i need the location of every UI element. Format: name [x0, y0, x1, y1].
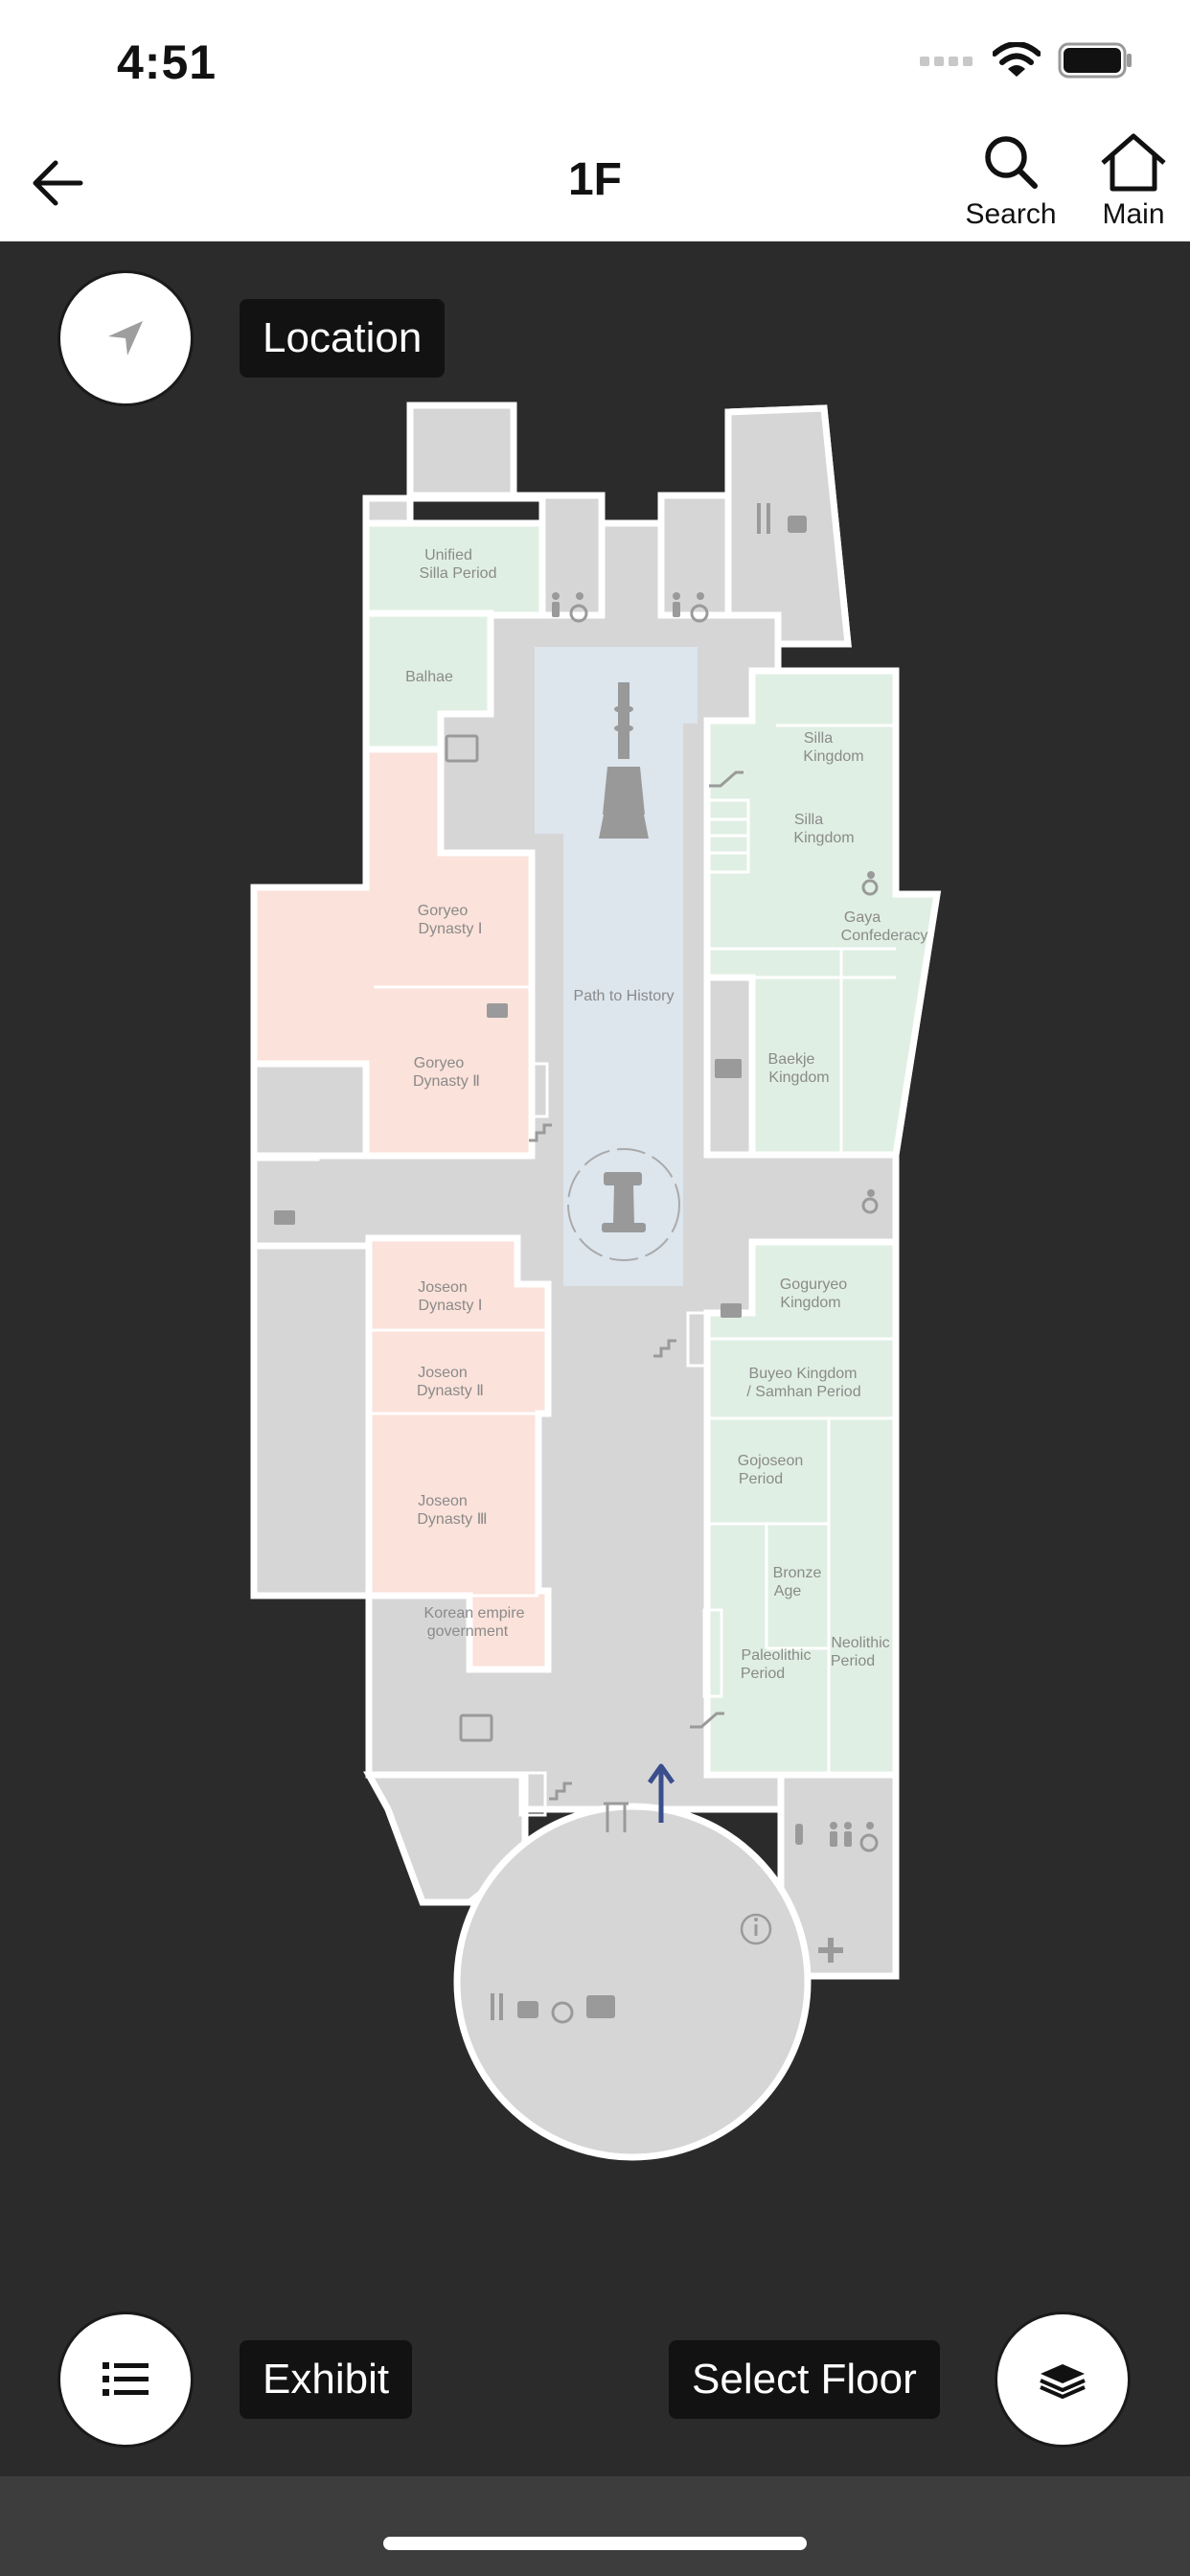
svg-text:Kingdom: Kingdom — [780, 1295, 840, 1311]
svg-text:government: government — [427, 1623, 509, 1640]
map-zone-prehistory — [703, 1238, 900, 1779]
floor-map[interactable]: Unified Silla Period Balhae Goryeo Dynas… — [0, 242, 1190, 2476]
signal-icon — [920, 57, 973, 66]
svg-text:Dynasty Ⅰ: Dynasty Ⅰ — [419, 1298, 483, 1314]
label-goryeo-2: Goryeo — [414, 1055, 465, 1071]
search-label: Search — [965, 198, 1057, 230]
label-gojoseon: Gojoseon — [738, 1453, 804, 1469]
layers-icon — [1040, 2364, 1086, 2399]
battery-icon — [1058, 42, 1132, 79]
status-icons — [920, 42, 1133, 79]
label-joseon-2: Joseon — [418, 1365, 468, 1381]
svg-text:Age: Age — [774, 1583, 802, 1599]
label-silla-kingdom-b: Silla — [794, 812, 823, 828]
svg-text:Kingdom: Kingdom — [768, 1070, 829, 1086]
exhibit-label: Exhibit — [263, 2356, 390, 2403]
select-floor-button[interactable] — [995, 2312, 1131, 2448]
label-goguryeo: Goguryeo — [780, 1276, 847, 1293]
main-button[interactable]: Main — [1081, 132, 1186, 231]
svg-text:Kingdom: Kingdom — [803, 748, 863, 765]
search-button[interactable]: Search — [958, 132, 1064, 231]
status-bar: 4:51 — [0, 0, 1190, 125]
map-room-notch-1 — [538, 492, 606, 619]
phone-icon — [795, 1824, 803, 1845]
svg-text:Dynasty Ⅱ: Dynasty Ⅱ — [413, 1073, 480, 1090]
svg-text:Dynasty Ⅲ: Dynasty Ⅲ — [417, 1511, 487, 1528]
svg-text:Silla Period: Silla Period — [420, 565, 497, 582]
label-joseon-1: Joseon — [418, 1279, 468, 1296]
map-room-left-corridor — [250, 1242, 373, 1599]
svg-text:Dynasty Ⅰ: Dynasty Ⅰ — [419, 921, 483, 937]
location-button[interactable] — [57, 270, 194, 406]
label-joseon-3: Joseon — [418, 1493, 468, 1509]
svg-text:Dynasty Ⅱ: Dynasty Ⅱ — [417, 1383, 484, 1399]
wifi-icon — [993, 42, 1041, 77]
home-indicator-bar — [0, 2476, 1190, 2576]
label-buyeo: Buyeo Kingdom — [749, 1366, 858, 1382]
svg-text:Period: Period — [739, 1471, 783, 1487]
location-tag[interactable]: Location — [240, 299, 446, 378]
gift-shop-icon — [715, 1059, 742, 1078]
locker-icon — [586, 1995, 615, 2018]
label-neolithic: Neolithic — [831, 1635, 889, 1651]
svg-text:/ Samhan Period: / Samhan Period — [746, 1384, 860, 1400]
map-rotunda — [453, 1803, 812, 2161]
label-goryeo-1: Goryeo — [418, 903, 469, 919]
map-area[interactable]: Unified Silla Period Balhae Goryeo Dynas… — [0, 242, 1190, 2476]
home-icon — [1101, 133, 1166, 192]
svg-text:Kingdom: Kingdom — [793, 830, 854, 846]
exhibit-tag[interactable]: Exhibit — [240, 2340, 413, 2419]
label-unified-silla: Unified — [424, 547, 472, 564]
main-label: Main — [1102, 198, 1165, 230]
navigation-arrow-icon — [108, 321, 143, 356]
map-room-top-left — [406, 402, 517, 499]
label-path-to-history: Path to History — [574, 988, 675, 1004]
map-room-left-grey — [250, 1060, 370, 1160]
home-indicator[interactable] — [383, 2537, 807, 2550]
select-floor-tag[interactable]: Select Floor — [669, 2340, 940, 2419]
svg-text:Period: Period — [831, 1653, 875, 1669]
map-room-notch-2 — [657, 492, 732, 619]
location-label: Location — [263, 314, 423, 361]
svg-text:Period: Period — [741, 1666, 785, 1682]
search-icon — [985, 136, 1038, 189]
label-bronze-age: Bronze — [773, 1565, 822, 1581]
list-icon — [103, 2362, 149, 2396]
nav-bar: 1F Search Main — [0, 125, 1190, 242]
select-floor-label: Select Floor — [692, 2356, 917, 2403]
label-korean-empire: Korean empire — [424, 1605, 525, 1622]
exhibit-button[interactable] — [57, 2312, 194, 2448]
svg-text:Confederacy: Confederacy — [841, 928, 928, 944]
label-gaya: Gaya — [844, 909, 881, 926]
label-paleolithic: Paleolithic — [742, 1647, 812, 1664]
status-time: 4:51 — [117, 35, 217, 89]
label-silla-kingdom-a: Silla — [804, 730, 833, 747]
label-balhae: Balhae — [405, 669, 453, 685]
label-baekje: Baekje — [768, 1051, 815, 1068]
